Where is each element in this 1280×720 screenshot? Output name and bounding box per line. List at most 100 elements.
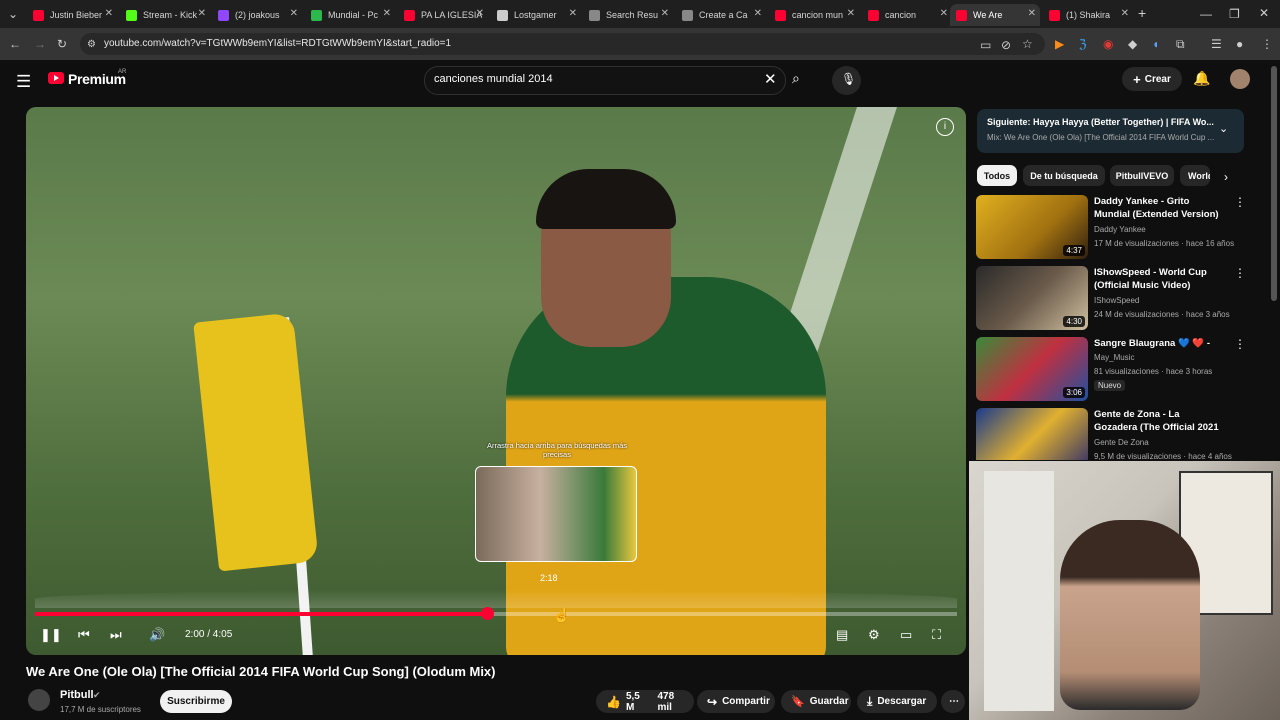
account-avatar[interactable]: [1230, 69, 1250, 89]
url-text[interactable]: youtube.com/watch?v=TGtWWb9emYI&list=RDT…: [104, 38, 451, 49]
browser-tab[interactable]: cancion ✕: [862, 4, 952, 26]
comment-count[interactable]: 478 mil: [658, 691, 685, 713]
browser-tab[interactable]: (2) joakous ✕: [212, 4, 302, 26]
tab-close-icon[interactable]: ✕: [1121, 8, 1129, 19]
tab-close-icon[interactable]: ✕: [754, 8, 762, 19]
search-query[interactable]: canciones mundial 2014: [434, 73, 553, 85]
share-button[interactable]: ↪ Compartir: [697, 690, 775, 713]
tab-close-icon[interactable]: ✕: [476, 8, 484, 19]
browser-tab[interactable]: Search Resu ✕: [583, 4, 673, 26]
page-scrollbar[interactable]: [1271, 66, 1277, 301]
tab-close-icon[interactable]: ✕: [290, 8, 298, 19]
recommendation-channel[interactable]: Gente De Zona: [1094, 438, 1149, 447]
browser-tab[interactable]: Justin Bieber ✕: [27, 4, 117, 26]
hamburger-menu-icon[interactable]: ☰: [16, 72, 31, 92]
recommendation-title[interactable]: Daddy Yankee - Grito Mundial (Extended V…: [1094, 195, 1224, 221]
new-tab-icon[interactable]: +: [1138, 6, 1146, 20]
reload-icon[interactable]: ↻: [57, 37, 67, 51]
browser-tab[interactable]: Create a Ca ✕: [676, 4, 766, 26]
channel-name[interactable]: Pitbull: [60, 689, 94, 701]
recommendation-channel[interactable]: May_Music: [1094, 353, 1134, 362]
extensions-puzzle-icon[interactable]: ⧉: [1176, 37, 1185, 51]
extension-translate-icon[interactable]: ℨ: [1079, 37, 1086, 51]
more-vert-icon[interactable]: ⋮: [1234, 337, 1246, 351]
forward-icon[interactable]: →: [34, 37, 46, 51]
tab-close-icon[interactable]: ✕: [383, 8, 391, 19]
chip-world[interactable]: World: [1180, 165, 1210, 186]
chip-de-tu-busqueda[interactable]: De tu búsqueda: [1023, 165, 1105, 186]
thumbs-up-icon[interactable]: 👍: [606, 695, 621, 709]
recommendation-channel[interactable]: IShowSpeed: [1094, 296, 1139, 305]
video-player[interactable]: i: [26, 107, 966, 655]
like-count[interactable]: 5,5 M: [626, 691, 646, 713]
more-vert-icon[interactable]: ⋮: [1234, 195, 1246, 209]
recommendation-title[interactable]: Gente de Zona - La Gozadera (The Officia…: [1094, 408, 1224, 436]
recommendation-title[interactable]: IShowSpeed - World Cup (Official Music V…: [1094, 266, 1224, 292]
browser-tab[interactable]: Mundial - Pc ✕: [305, 4, 395, 26]
fullscreen-icon[interactable]: ⛶: [932, 627, 941, 643]
recommendation-thumbnail[interactable]: 4:30: [976, 266, 1088, 330]
site-info-icon[interactable]: ⚙: [87, 38, 96, 52]
recommendation-thumbnail[interactable]: [976, 408, 1088, 460]
up-next-title[interactable]: Siguiente: Hayya Hayya (Better Together)…: [987, 117, 1215, 127]
channel-avatar[interactable]: [28, 689, 50, 711]
youtube-logo-icon[interactable]: [48, 72, 64, 84]
browser-tab[interactable]: (1) Shakira ✕: [1043, 4, 1133, 26]
tab-close-icon[interactable]: ✕: [198, 8, 206, 19]
info-icon[interactable]: i: [936, 118, 954, 136]
chevron-down-icon[interactable]: ⌄: [1219, 122, 1228, 135]
close-window-icon[interactable]: ✕: [1259, 6, 1269, 20]
minimize-icon[interactable]: —: [1200, 7, 1212, 21]
pause-icon[interactable]: ❚❚: [40, 627, 62, 643]
next-icon[interactable]: ⏭: [110, 627, 122, 643]
more-actions-button[interactable]: ⋯: [941, 690, 965, 713]
browser-tab[interactable]: Stream - Kick ✕: [120, 4, 210, 26]
up-next-panel[interactable]: [977, 109, 1244, 153]
cast-icon[interactable]: ▭: [980, 38, 991, 52]
recommendation-item[interactable]: 3:06 Sangre Blaugrana 💙 ❤️ - May May_Mus…: [976, 337, 1246, 403]
tab-close-icon[interactable]: ✕: [847, 8, 855, 19]
tab-close-icon[interactable]: ✕: [940, 8, 948, 19]
recommendation-thumbnail[interactable]: 4:37: [976, 195, 1088, 259]
chip-todos[interactable]: Todos: [977, 165, 1017, 186]
settings-gear-icon[interactable]: ⚙: [868, 627, 880, 643]
recommendation-item[interactable]: 4:30 IShowSpeed - World Cup (Official Mu…: [976, 266, 1246, 332]
clear-search-icon[interactable]: ✕: [764, 70, 777, 88]
tab-search-icon[interactable]: ⌄: [8, 7, 18, 21]
previous-icon[interactable]: ⏮: [78, 627, 90, 643]
tab-close-icon[interactable]: ✕: [569, 8, 577, 19]
browser-tab[interactable]: cancion mun ✕: [769, 4, 859, 26]
tab-close-icon[interactable]: ✕: [661, 8, 669, 19]
sidebar-icon[interactable]: ☰: [1211, 37, 1222, 51]
bookmark-star-icon[interactable]: ☆: [1022, 37, 1033, 51]
tab-close-icon[interactable]: ✕: [1028, 8, 1036, 19]
more-vert-icon[interactable]: ⋮: [1234, 266, 1246, 280]
recommendation-item[interactable]: 4:37 Daddy Yankee - Grito Mundial (Exten…: [976, 195, 1246, 261]
eye-off-icon[interactable]: ⊘: [1001, 38, 1011, 52]
restore-icon[interactable]: ❐: [1229, 7, 1240, 21]
back-icon[interactable]: ←: [9, 37, 21, 51]
more-vert-icon[interactable]: ⋮: [1234, 408, 1236, 422]
search-icon[interactable]: ⌕: [792, 70, 800, 87]
subtitles-icon[interactable]: ▤: [836, 627, 848, 643]
extension-record-icon[interactable]: ◉: [1103, 37, 1113, 51]
browser-tab[interactable]: PA LA IGLESIA ✕: [398, 4, 488, 26]
progress-scrubber[interactable]: [481, 607, 494, 620]
tab-close-icon[interactable]: ✕: [105, 8, 113, 19]
chevron-right-icon[interactable]: ›: [1224, 170, 1228, 184]
extension-play-icon[interactable]: ▶: [1055, 37, 1064, 51]
recommendation-title[interactable]: Sangre Blaugrana 💙 ❤️ - May: [1094, 337, 1224, 351]
download-button[interactable]: ⤓ Descargar: [857, 690, 937, 713]
browser-menu-icon[interactable]: ⋮: [1261, 37, 1273, 51]
recommendation-channel[interactable]: Daddy Yankee: [1094, 225, 1146, 234]
extension-audio-icon[interactable]: ◖: [1152, 37, 1159, 51]
theater-mode-icon[interactable]: ▭: [900, 627, 912, 643]
save-button[interactable]: 🔖 Guardar: [781, 690, 851, 713]
recommendation-item[interactable]: Gente de Zona - La Gozadera (The Officia…: [976, 408, 1236, 460]
extension-diamond-icon[interactable]: ◆: [1128, 37, 1137, 51]
notifications-bell-icon[interactable]: 🔔: [1193, 70, 1210, 87]
volume-icon[interactable]: 🔊: [149, 627, 165, 643]
subscribe-button[interactable]: Suscribirme: [160, 690, 232, 713]
browser-tab[interactable]: Lostgamer ✕: [491, 4, 581, 26]
recommendation-thumbnail[interactable]: 3:06: [976, 337, 1088, 401]
